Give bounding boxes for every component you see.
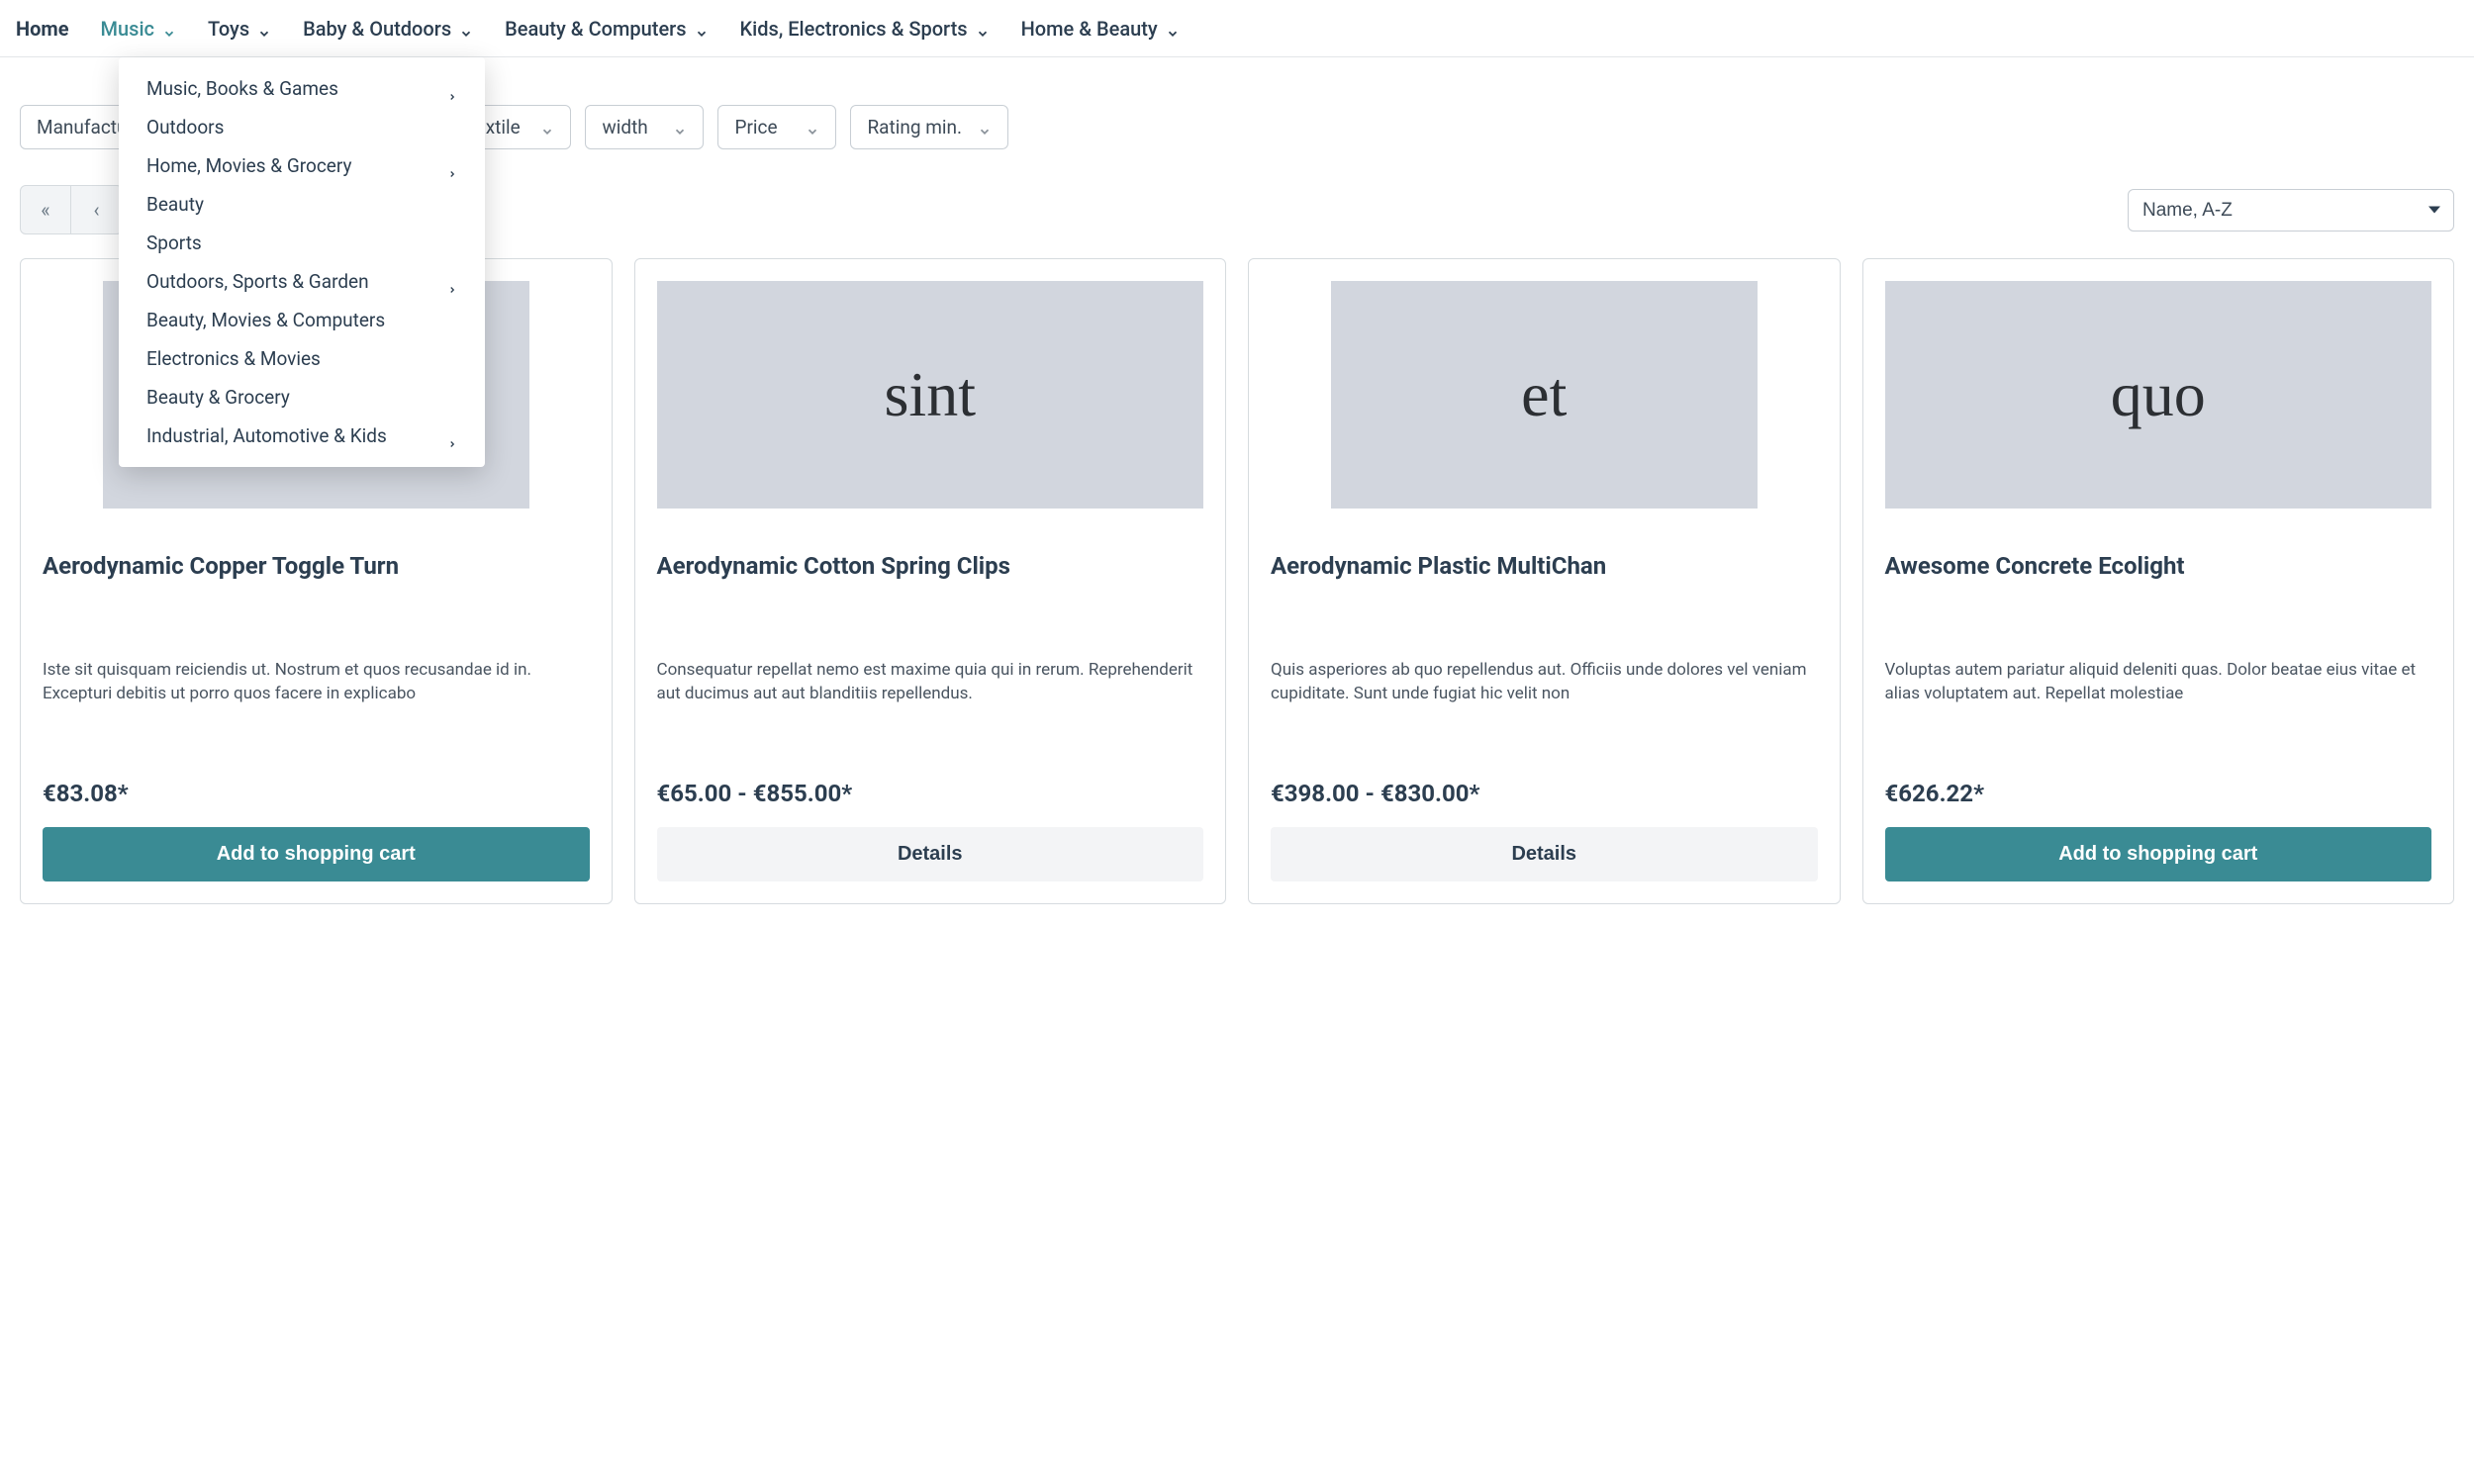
product-title[interactable]: Aerodynamic Cotton Spring Clips <box>657 552 1204 615</box>
nav-dropdown: Music, Books & Games Outdoors Home, Movies… <box>119 57 485 467</box>
add-to-cart-button[interactable]: Add to shopping cart <box>1885 827 2432 881</box>
nav-item-2[interactable]: Baby & Outdoors <box>303 17 473 41</box>
product-price: €398.00 - €830.00* <box>1271 780 1818 807</box>
main-nav: Home Music Toys Baby & Outdoors Beauty & Co… <box>0 0 2474 57</box>
dropdown-item-3[interactable]: Beauty <box>119 185 485 224</box>
sort-wrap: Name, A-Z <box>2128 189 2454 232</box>
product-price: €65.00 - €855.00* <box>657 780 1204 807</box>
pager-first[interactable]: « <box>20 185 71 234</box>
product-title[interactable]: Awesome Concrete Ecolight <box>1885 552 2432 615</box>
product-description: Quis asperiores ab quo repellendus aut. … <box>1271 659 1818 736</box>
product-description: Voluptas autem pariatur aliquid deleniti… <box>1885 659 2432 736</box>
chevron-down-icon <box>257 22 271 36</box>
details-button[interactable]: Details <box>1271 827 1818 881</box>
chevron-down-icon <box>540 121 554 135</box>
dropdown-item-label: Outdoors, Sports & Garden <box>146 270 369 293</box>
nav-item-label: Toys <box>208 17 249 41</box>
filter-width[interactable]: width <box>585 105 704 149</box>
chevron-down-icon <box>695 22 709 36</box>
nav-item-label: Kids, Electronics & Sports <box>740 17 968 41</box>
product-image[interactable]: quo <box>1885 281 2432 509</box>
dropdown-item-6[interactable]: Beauty, Movies & Computers <box>119 301 485 339</box>
product-description: Consequatur repellat nemo est maxime qui… <box>657 659 1204 736</box>
product-card: et Aerodynamic Plastic MultiChan Quis aspe… <box>1248 258 1841 904</box>
nav-item-4[interactable]: Kids, Electronics & Sports <box>740 17 990 41</box>
filter-price[interactable]: Price <box>717 105 836 149</box>
dropdown-item-8[interactable]: Beauty & Grocery <box>119 378 485 417</box>
dropdown-item-2[interactable]: Home, Movies & Grocery <box>119 146 485 185</box>
filter-label: Price <box>734 116 777 139</box>
sort-select[interactable]: Name, A-Z <box>2128 189 2454 232</box>
nav-item-label: Beauty & Computers <box>505 17 686 41</box>
product-card: sint Aerodynamic Cotton Spring Clips Conse… <box>634 258 1227 904</box>
chevron-down-icon <box>976 22 990 36</box>
dropdown-item-label: Electronics & Movies <box>146 347 321 370</box>
filter-rating-min-[interactable]: Rating min. <box>850 105 1008 149</box>
nav-item-label: Music <box>101 17 154 41</box>
nav-item-1[interactable]: Toys <box>208 17 271 41</box>
dropdown-item-0[interactable]: Music, Books & Games <box>119 69 485 108</box>
chevron-down-icon <box>978 121 992 135</box>
chevron-down-icon <box>459 22 473 36</box>
nav-item-0[interactable]: Music <box>101 17 176 41</box>
product-card: quo Awesome Concrete Ecolight Voluptas aut… <box>1862 258 2455 904</box>
dropdown-item-label: Music, Books & Games <box>146 77 338 100</box>
details-button[interactable]: Details <box>657 827 1204 881</box>
dropdown-item-label: Home, Movies & Grocery <box>146 154 351 177</box>
nav-item-label: Baby & Outdoors <box>303 17 451 41</box>
chevron-right-icon <box>447 84 457 94</box>
chevron-down-icon <box>162 22 176 36</box>
dropdown-item-label: Sports <box>146 232 202 254</box>
filter-label: Manufactu <box>37 116 127 139</box>
product-image[interactable]: sint <box>657 281 1204 509</box>
product-description: Iste sit quisquam reiciendis ut. Nostrum… <box>43 659 590 736</box>
nav-item-3[interactable]: Beauty & Computers <box>505 17 708 41</box>
product-title[interactable]: Aerodynamic Plastic MultiChan <box>1271 552 1818 615</box>
filter-label: Rating min. <box>867 116 962 139</box>
chevron-down-icon <box>1166 22 1180 36</box>
add-to-cart-button[interactable]: Add to shopping cart <box>43 827 590 881</box>
dropdown-item-4[interactable]: Sports <box>119 224 485 262</box>
pager-prev[interactable]: ‹ <box>71 185 123 234</box>
chevron-right-icon <box>447 277 457 287</box>
dropdown-item-9[interactable]: Industrial, Automotive & Kids <box>119 417 485 455</box>
chevron-right-icon <box>447 431 457 441</box>
dropdown-item-label: Industrial, Automotive & Kids <box>146 424 387 447</box>
dropdown-item-label: Outdoors <box>146 116 224 139</box>
nav-item-5[interactable]: Home & Beauty <box>1021 17 1180 41</box>
pager: « ‹ <box>20 185 123 234</box>
dropdown-item-label: Beauty & Grocery <box>146 386 290 409</box>
nav-home[interactable]: Home <box>16 17 69 41</box>
nav-item-label: Home & Beauty <box>1021 17 1158 41</box>
filter-label: width <box>602 116 647 139</box>
dropdown-item-5[interactable]: Outdoors, Sports & Garden <box>119 262 485 301</box>
dropdown-item-7[interactable]: Electronics & Movies <box>119 339 485 378</box>
dropdown-item-label: Beauty <box>146 193 204 216</box>
chevron-down-icon <box>806 121 819 135</box>
product-price: €83.08* <box>43 780 590 807</box>
dropdown-item-label: Beauty, Movies & Computers <box>146 309 385 331</box>
chevron-down-icon <box>673 121 687 135</box>
product-title[interactable]: Aerodynamic Copper Toggle Turn <box>43 552 590 615</box>
product-image[interactable]: et <box>1331 281 1758 509</box>
product-price: €626.22* <box>1885 780 2432 807</box>
chevron-right-icon <box>447 161 457 171</box>
dropdown-item-1[interactable]: Outdoors <box>119 108 485 146</box>
